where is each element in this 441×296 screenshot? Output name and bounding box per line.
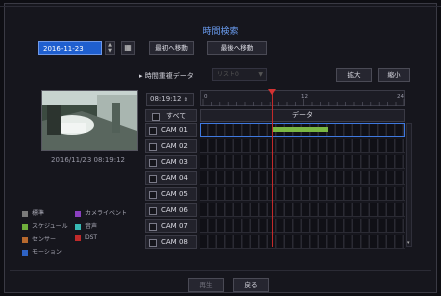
scale-svg: 0 12 24 bbox=[202, 94, 404, 106]
cam-name: CAM 04 bbox=[161, 174, 188, 182]
legend-swatch bbox=[22, 249, 28, 256]
date-field[interactable]: 2016-11-23 bbox=[38, 41, 102, 55]
cam-name: CAM 05 bbox=[161, 190, 188, 198]
zoom-in-button[interactable]: 拡大 bbox=[336, 68, 372, 82]
cam-name: CAM 01 bbox=[161, 126, 188, 134]
duplicate-data-text: 時間重複データ bbox=[144, 72, 194, 80]
legend-item: モーション bbox=[22, 247, 62, 256]
video-preview bbox=[41, 90, 138, 151]
legend-item: 標準 bbox=[22, 208, 44, 217]
cam-row-label[interactable]: CAM 04 bbox=[145, 171, 197, 185]
chevron-down-icon: ▼ bbox=[258, 71, 263, 78]
all-checkbox-row[interactable]: すべて bbox=[145, 109, 197, 122]
timeline-row-cam01[interactable] bbox=[200, 123, 405, 137]
legend-label: カメライベント bbox=[85, 210, 128, 217]
zoom-out-button[interactable]: 縮小 bbox=[378, 68, 410, 82]
playhead-line[interactable] bbox=[271, 90, 273, 247]
cam-name: CAM 02 bbox=[161, 142, 188, 150]
time-value: 08:19:12 bbox=[150, 95, 182, 103]
legend-item: カメライベント bbox=[75, 208, 127, 217]
cam-name: CAM 08 bbox=[161, 238, 188, 246]
recording-bar bbox=[273, 127, 328, 132]
preview-timestamp: 2016/11/23 08:19:12 bbox=[50, 156, 125, 164]
timeline-row-cam04[interactable] bbox=[200, 171, 405, 185]
cam-name: CAM 07 bbox=[161, 222, 188, 230]
cam-checkbox[interactable] bbox=[149, 175, 157, 183]
timeline-row-cam05[interactable] bbox=[200, 187, 405, 201]
back-button[interactable]: 戻る bbox=[233, 278, 269, 292]
window-title: 時間検索 bbox=[202, 27, 239, 37]
playhead-marker-icon[interactable] bbox=[267, 89, 276, 95]
cam-checkbox[interactable] bbox=[149, 127, 157, 135]
legend-swatch bbox=[75, 234, 81, 241]
scale-label-12: 12 bbox=[301, 94, 308, 100]
top-divider bbox=[0, 6, 441, 7]
cam-checkbox[interactable] bbox=[149, 239, 157, 247]
cam-checkbox[interactable] bbox=[149, 159, 157, 167]
legend-label: 標準 bbox=[32, 210, 45, 217]
timeline-scale[interactable]: 0 12 24 bbox=[200, 90, 405, 106]
all-label: すべて bbox=[166, 112, 187, 120]
play-button[interactable]: 再生 bbox=[188, 278, 224, 292]
legend-label: モーション bbox=[32, 249, 62, 256]
scale-label-24: 24 bbox=[397, 94, 404, 100]
legend-swatch bbox=[75, 223, 81, 230]
cam-checkbox[interactable] bbox=[149, 223, 157, 231]
legend-label: センサー bbox=[32, 236, 57, 243]
cam-row-label[interactable]: CAM 07 bbox=[145, 219, 197, 233]
cam-row-label[interactable]: CAM 03 bbox=[145, 155, 197, 169]
timeline-row-cam08[interactable] bbox=[200, 235, 405, 249]
cam-checkbox[interactable] bbox=[149, 191, 157, 199]
first-button[interactable]: 最初へ移動 bbox=[149, 41, 194, 55]
cam-name: CAM 03 bbox=[161, 158, 188, 166]
legend-swatch bbox=[22, 236, 28, 243]
cam-checkbox[interactable] bbox=[149, 143, 157, 151]
preview-image bbox=[42, 91, 137, 150]
legend-item: センサー bbox=[22, 234, 56, 243]
scale-label-0: 0 bbox=[204, 94, 208, 100]
time-field[interactable]: 08:19:12 ⇕ bbox=[146, 93, 194, 106]
cam-row-label[interactable]: CAM 05 bbox=[145, 187, 197, 201]
legend-item: 音声 bbox=[75, 221, 97, 230]
legend-label: 音声 bbox=[85, 223, 98, 230]
scroll-down-icon[interactable]: ▾ bbox=[407, 240, 410, 246]
cam-checkbox[interactable] bbox=[149, 207, 157, 215]
legend-label: DST bbox=[85, 234, 98, 241]
time-spinner-icon[interactable]: ⇕ bbox=[184, 97, 188, 103]
legend-swatch bbox=[22, 223, 28, 230]
legend-swatch bbox=[75, 210, 81, 217]
bottom-divider bbox=[10, 270, 431, 271]
legend-item: スケジュール bbox=[22, 221, 68, 230]
date-spinner[interactable]: ▲ ▼ bbox=[105, 41, 115, 55]
timeline-row-cam02[interactable] bbox=[200, 139, 405, 153]
legend-swatch bbox=[22, 210, 28, 217]
legend-item: DST bbox=[75, 234, 97, 241]
cam-name: CAM 06 bbox=[161, 206, 188, 214]
timeline-row-cam07[interactable] bbox=[200, 219, 405, 233]
cam-row-label[interactable]: CAM 02 bbox=[145, 139, 197, 153]
calendar-icon[interactable]: ▦ bbox=[121, 41, 135, 55]
last-button[interactable]: 最後へ移動 bbox=[207, 41, 267, 55]
data-header: データ bbox=[200, 109, 405, 122]
duplicate-data-label: ▸ 時間重複データ bbox=[139, 72, 194, 80]
duplicate-data-select[interactable]: リスト0 ▼ bbox=[212, 68, 267, 81]
vertical-scrollbar[interactable]: ▾ bbox=[406, 123, 412, 247]
cam-row-label[interactable]: CAM 01 bbox=[145, 123, 197, 137]
cam-row-label[interactable]: CAM 06 bbox=[145, 203, 197, 217]
all-checkbox[interactable] bbox=[152, 113, 160, 121]
timeline-row-cam06[interactable] bbox=[200, 203, 405, 217]
legend-label: スケジュール bbox=[32, 223, 68, 230]
timeline-row-cam03[interactable] bbox=[200, 155, 405, 169]
cam-row-label[interactable]: CAM 08 bbox=[145, 235, 197, 249]
duplicate-data-value: リスト0 bbox=[217, 71, 239, 78]
